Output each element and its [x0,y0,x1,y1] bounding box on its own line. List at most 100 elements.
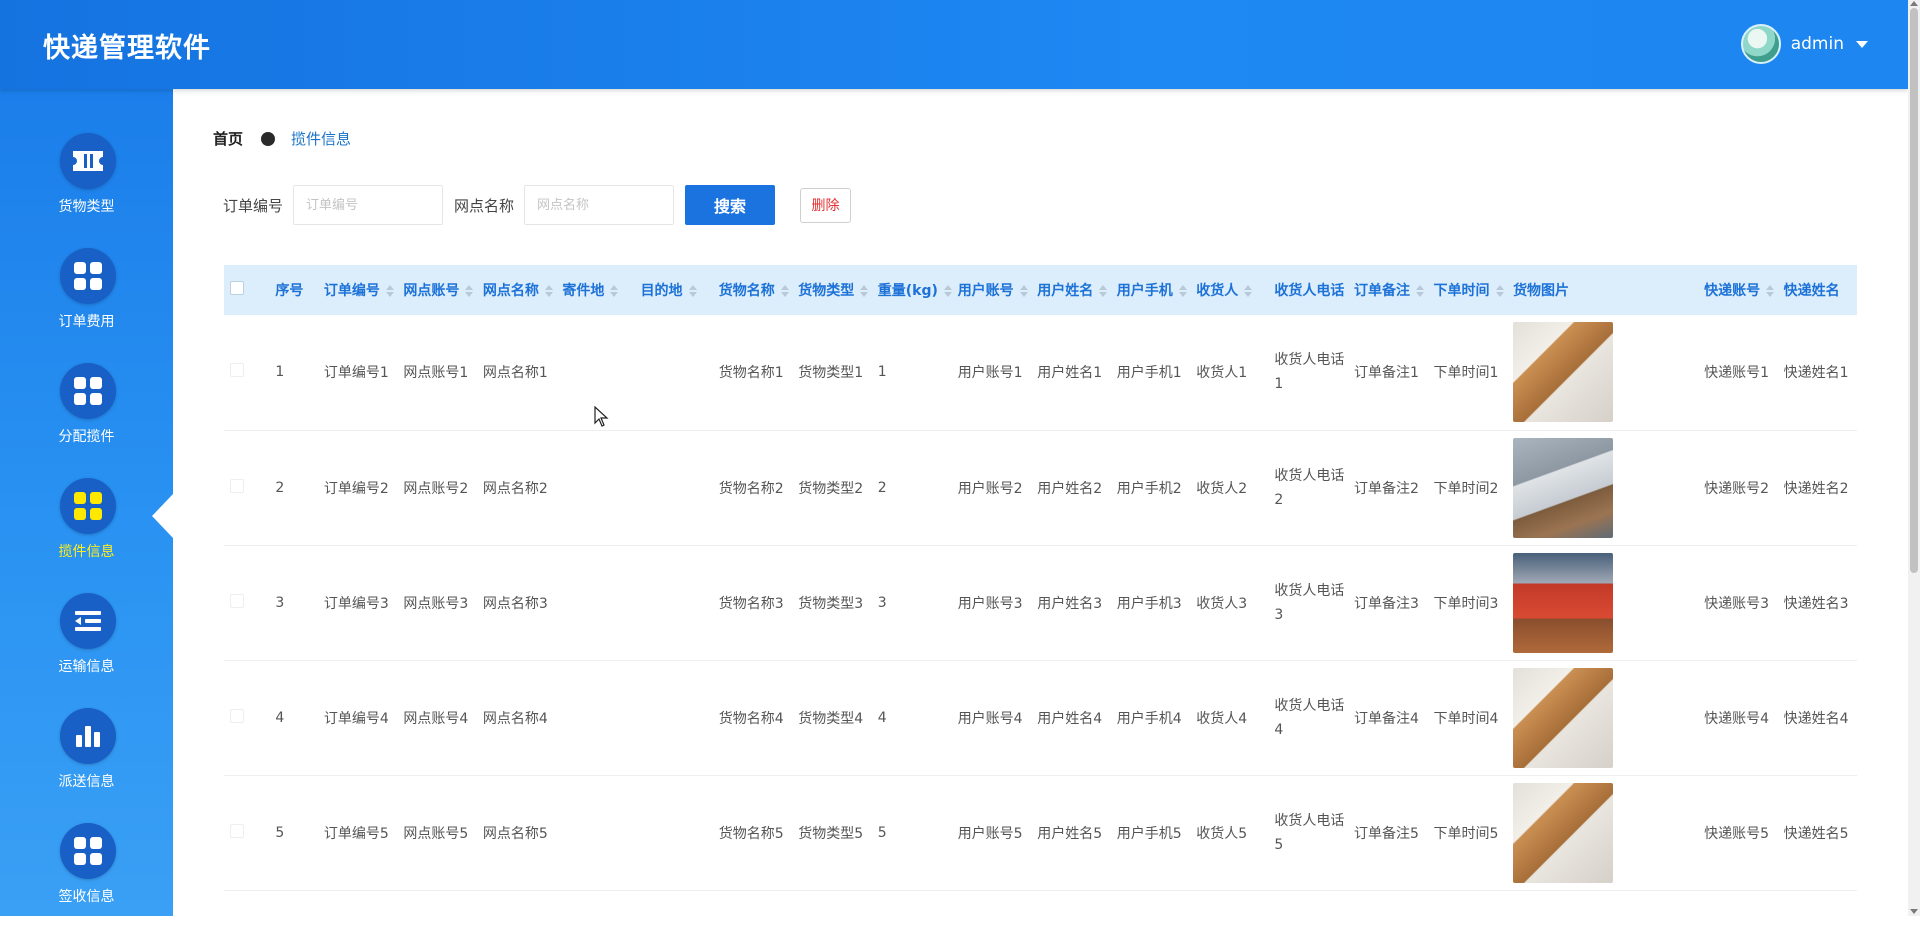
sidebar-item-transport-info[interactable]: 运输信息 [0,593,173,703]
breadcrumb-home[interactable]: 首页 [213,128,243,149]
table-cell: 货物名称3 [712,545,793,661]
sidebar-item-goods-type[interactable]: 货物类型 [0,133,173,243]
table-cell: 收货人1 [1190,315,1269,431]
goods-image[interactable] [1513,437,1614,538]
table-cell: 收货人5 [1190,775,1269,891]
table-cell: 收货人电话4 [1268,660,1349,776]
column-header: 货物图片 [1507,265,1699,315]
mouse-cursor-icon [594,406,609,427]
table-row[interactable]: 3 订单编号3 网点账号3 网点名称3 货物名称3 货物类型3 3 用户账号3 用户姓名3 用户手… [224,545,1857,661]
table-cell: 货物名称1 [712,315,793,431]
vertical-scrollbar[interactable] [1908,0,1920,916]
column-header[interactable]: 订单备注 [1348,265,1428,315]
table-cell [556,660,635,776]
delete-button[interactable]: 删除 [800,187,852,223]
table-cell: 下单时间5 [1427,775,1508,891]
column-header[interactable]: 收货人 [1190,265,1269,315]
table-cell [634,430,713,546]
goods-image[interactable] [1513,322,1614,423]
column-header[interactable]: 用户姓名 [1031,265,1111,315]
table-cell: 订单备注4 [1348,660,1428,776]
table-cell: 快递姓名4 [1777,660,1857,776]
table-cell: 网点账号1 [397,315,477,431]
row-checkbox[interactable] [224,315,270,431]
row-checkbox[interactable] [224,775,270,891]
table-cell: 快递账号3 [1698,545,1778,661]
row-checkbox[interactable] [224,660,270,776]
sort-icon [1495,285,1504,297]
table-cell [1507,545,1699,661]
column-header[interactable]: 网点名称 [476,265,557,315]
user-menu[interactable]: admin [1740,24,1868,64]
column-header[interactable]: 货物名称 [712,265,793,315]
chevron-down-icon[interactable] [1856,40,1868,48]
row-checkbox[interactable] [224,430,270,546]
table-cell: 下单时间1 [1427,315,1508,431]
table-cell [634,545,713,661]
column-header[interactable]: 重量(kg) [871,265,952,315]
table-cell: 下单时间2 [1427,430,1508,546]
table-cell: 订单备注2 [1348,430,1428,546]
column-header[interactable]: 用户手机 [1110,265,1191,315]
column-header[interactable]: 订单编号 [317,265,398,315]
table-cell: 5 [269,775,318,891]
avatar[interactable] [1740,24,1781,64]
sidebar-item-assign-pickup[interactable]: 分配揽件 [0,363,173,473]
table-row[interactable]: 4 订单编号4 网点账号4 网点名称4 货物名称4 货物类型4 4 用户账号4 用户姓名4 用户手… [224,660,1857,776]
table-cell: 货物类型3 [792,545,872,661]
sidebar-item-pickup-info[interactable]: 揽件信息 [0,478,173,588]
scroll-up-icon[interactable] [1910,1,1918,6]
sort-icon [610,285,619,297]
table-cell: 用户账号5 [951,775,1032,891]
sidebar-item-label: 货物类型 [58,199,115,215]
column-header[interactable]: 下单时间 [1427,265,1508,315]
table-row[interactable]: 2 订单编号2 网点账号2 网点名称2 货物名称2 货物类型2 2 用户账号2 用户姓名2 用户手… [224,430,1857,546]
goods-image[interactable] [1513,667,1614,768]
scroll-down-icon[interactable] [1910,909,1918,914]
row-checkbox[interactable] [224,545,270,661]
column-header: 快递姓名 [1777,265,1857,315]
ticket-icon [60,133,116,189]
top-header: 快递管理软件 admin [0,0,1908,89]
table-cell [1507,430,1699,546]
sidebar-item-order-fee[interactable]: 订单费用 [0,248,173,358]
table-cell [634,660,713,776]
sidebar-item-sign-info[interactable]: 签收信息 [0,823,173,933]
column-header: 序号 [269,265,318,315]
column-header[interactable]: 目的地 [634,265,713,315]
column-header[interactable]: 网点账号 [397,265,477,315]
column-header[interactable]: 货物类型 [792,265,872,315]
table-row[interactable]: 1 订单编号1 网点账号1 网点名称1 货物名称1 货物类型1 1 用户账号1 用户姓名1 用户手… [224,315,1857,431]
sidebar-item-label: 分配揽件 [58,429,115,445]
column-header[interactable]: 快递账号 [1698,265,1778,315]
column-header: 收货人电话 [1268,265,1349,315]
username[interactable]: admin [1791,34,1844,54]
goods-image[interactable] [1513,782,1614,883]
sort-icon [780,285,789,297]
column-header[interactable]: 寄件地 [556,265,635,315]
order-number-input[interactable] [293,185,444,225]
table-cell: 货物名称4 [712,660,793,776]
sort-icon [1766,285,1775,297]
breadcrumb-current[interactable]: 揽件信息 [291,128,351,149]
outlet-name-input[interactable] [524,185,675,225]
table-row[interactable]: 5 订单编号5 网点账号5 网点名称5 货物名称5 货物类型5 5 用户账号5 用户姓名5 用户手… [224,775,1857,891]
scrollbar-thumb[interactable] [1910,8,1918,573]
select-all-checkbox[interactable] [224,265,270,315]
sidebar-item-delivery-info[interactable]: 派送信息 [0,708,173,818]
column-header[interactable]: 用户账号 [951,265,1032,315]
table-cell: 3 [871,545,952,661]
table-cell: 快递账号4 [1698,660,1778,776]
grid-icon [60,478,116,534]
table-cell: 下单时间4 [1427,660,1508,776]
table-cell: 用户手机1 [1110,315,1191,431]
search-button[interactable]: 搜索 [685,185,776,225]
table-cell: 收货人电话5 [1268,775,1349,891]
order-number-label: 订单编号 [223,196,284,215]
table-cell: 5 [871,775,952,891]
table-cell: 货物名称5 [712,775,793,891]
table-cell: 订单编号3 [317,545,398,661]
goods-image[interactable] [1513,552,1614,653]
table-cell: 快递账号5 [1698,775,1778,891]
table-cell: 货物类型2 [792,430,872,546]
